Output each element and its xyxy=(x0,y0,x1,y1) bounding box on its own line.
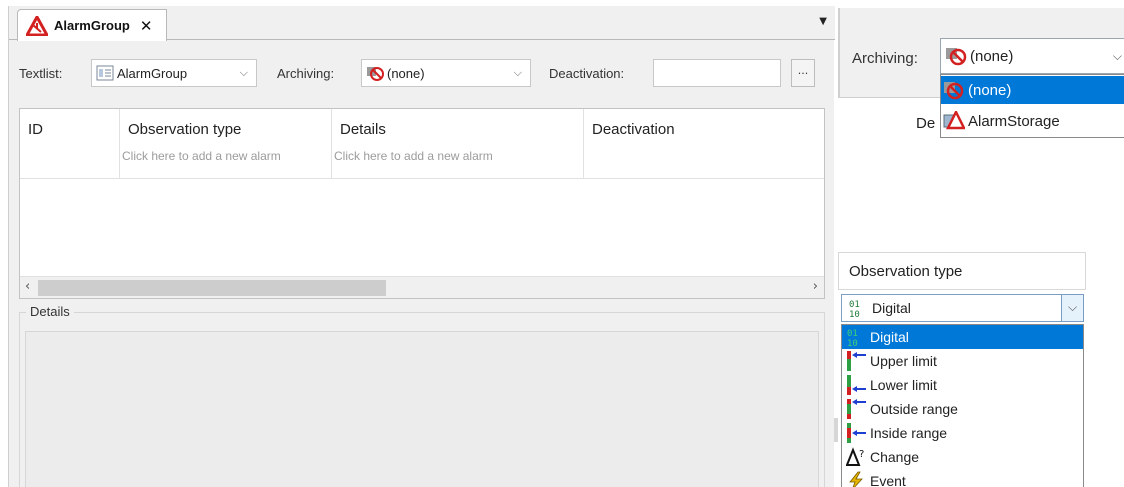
chevron-down-icon[interactable]: ⌵ xyxy=(1061,295,1083,321)
archive-forbidden-icon xyxy=(366,65,384,81)
callout-divider xyxy=(838,8,840,98)
option-inside-range[interactable]: Inside range xyxy=(842,421,1083,445)
tab-close-icon[interactable]: ✕ xyxy=(140,17,153,35)
deactivation-label-partial: De xyxy=(916,115,936,132)
archive-forbidden-icon xyxy=(945,46,967,66)
column-deactivation[interactable]: Deactivation xyxy=(584,109,824,179)
column-header-details: Details xyxy=(340,121,386,138)
textlist-icon xyxy=(96,65,114,81)
inside-range-icon xyxy=(846,423,868,443)
alarm-group-editor: AlarmGroup ✕ ▼ Textlist: AlarmGroup ⌵ Ar… xyxy=(8,6,835,487)
svg-text:01: 01 xyxy=(847,329,858,339)
alarm-group-toolbar: Textlist: AlarmGroup ⌵ Archiving: (none)… xyxy=(9,58,835,92)
archiving-combo-value: (none) xyxy=(970,47,1014,65)
horizontal-scrollbar[interactable]: ‹ › xyxy=(20,276,824,298)
option-label: Change xyxy=(870,449,920,465)
alarm-table-header: ID Observation type Click here to add a … xyxy=(20,109,824,179)
scroll-left-icon[interactable]: ‹ xyxy=(25,279,30,294)
option-label: Upper limit xyxy=(870,353,937,369)
archiving-label: Archiving: xyxy=(852,50,918,67)
add-alarm-hint[interactable]: Click here to add a new alarm xyxy=(122,149,281,163)
option-upper-limit[interactable]: Upper limit xyxy=(842,349,1083,373)
archive-forbidden-icon xyxy=(943,80,965,100)
option-label: Event xyxy=(870,473,906,487)
option-outside-range[interactable]: Outside range xyxy=(842,397,1083,421)
column-header-id: ID xyxy=(28,121,43,138)
textlist-value: AlarmGroup xyxy=(117,65,188,81)
observation-type-options-list: 01 10 Digital Upper limit Lower limit Ou… xyxy=(841,324,1084,487)
lightning-icon xyxy=(846,471,868,487)
deactivation-browse-button[interactable]: ... xyxy=(791,59,815,87)
option-label: Inside range xyxy=(870,425,948,441)
alarm-table: ID Observation type Click here to add a … xyxy=(19,108,825,299)
digital-bits-icon: 01 10 xyxy=(846,327,868,349)
deactivation-label: Deactivation: xyxy=(549,66,625,81)
svg-text:01: 01 xyxy=(849,300,860,310)
observation-type-value: Digital xyxy=(872,300,911,316)
archiving-option-label: (none) xyxy=(968,81,1012,99)
archiving-value: (none) xyxy=(387,65,425,81)
column-id[interactable]: ID xyxy=(20,109,120,179)
option-digital[interactable]: 01 10 Digital xyxy=(842,325,1083,349)
scroll-right-icon[interactable]: › xyxy=(813,279,818,294)
upper-limit-icon xyxy=(846,351,868,371)
archiving-combo-open[interactable]: (none) ⌵ xyxy=(940,38,1124,74)
svg-text:10: 10 xyxy=(847,339,858,347)
archiving-options-list: (none) AlarmStorage xyxy=(940,74,1124,138)
delta-question-icon: ? xyxy=(845,447,868,467)
tab-title: AlarmGroup xyxy=(54,18,130,33)
option-label: Digital xyxy=(870,329,909,345)
archiving-option-alarmstorage[interactable]: AlarmStorage xyxy=(941,107,1124,135)
archiving-option-label: AlarmStorage xyxy=(968,112,1060,130)
alarm-storage-icon xyxy=(943,109,967,131)
option-label: Outside range xyxy=(870,401,958,417)
details-group-title: Details xyxy=(26,304,74,319)
chevron-down-icon: ⌵ xyxy=(513,67,522,79)
chevron-down-icon: ⌵ xyxy=(239,67,248,79)
archiving-dropdown-callout: Archiving: (none) ⌵ De (none) AlarmStora… xyxy=(838,8,1124,150)
deactivation-field[interactable] xyxy=(653,59,781,87)
tab-alarmgroup[interactable]: AlarmGroup ✕ xyxy=(17,9,167,41)
details-panel xyxy=(25,331,819,487)
option-change[interactable]: ? Change xyxy=(842,445,1083,469)
option-lower-limit[interactable]: Lower limit xyxy=(842,373,1083,397)
column-header-deactivation: Deactivation xyxy=(592,121,675,138)
archiving-option-none[interactable]: (none) xyxy=(941,76,1124,104)
textlist-label: Textlist: xyxy=(19,66,63,81)
observation-type-dropdown-callout: Observation type 01 10 Digital ⌵ 01 10 D… xyxy=(838,252,1086,487)
details-group: Details xyxy=(19,304,825,487)
column-header-observation-type: Observation type xyxy=(128,121,242,138)
lower-limit-icon xyxy=(846,375,868,395)
observation-type-column-header: Observation type xyxy=(838,252,1086,290)
column-details[interactable]: Details Click here to add a new alarm xyxy=(332,109,584,179)
digital-bits-icon: 01 10 xyxy=(848,298,870,320)
option-event[interactable]: Event xyxy=(842,469,1083,487)
option-label: Lower limit xyxy=(870,377,937,393)
textlist-combo[interactable]: AlarmGroup ⌵ xyxy=(91,59,257,87)
svg-text:10: 10 xyxy=(849,310,860,318)
outside-range-icon xyxy=(846,399,868,419)
archiving-combo[interactable]: (none) ⌵ xyxy=(361,59,531,87)
tab-strip: AlarmGroup ✕ ▼ xyxy=(9,6,835,41)
svg-text:?: ? xyxy=(859,449,864,460)
scrollbar-thumb[interactable] xyxy=(38,280,386,296)
observation-type-combo[interactable]: 01 10 Digital ⌵ xyxy=(841,294,1084,322)
chevron-down-icon[interactable]: ⌵ xyxy=(1113,49,1122,64)
column-observation-type[interactable]: Observation type Click here to add a new… xyxy=(120,109,332,179)
tab-menu-chevron-icon[interactable]: ▼ xyxy=(819,16,827,27)
add-alarm-hint[interactable]: Click here to add a new alarm xyxy=(334,149,493,163)
archiving-label: Archiving: xyxy=(277,66,335,81)
alarm-warning-icon xyxy=(24,13,50,36)
